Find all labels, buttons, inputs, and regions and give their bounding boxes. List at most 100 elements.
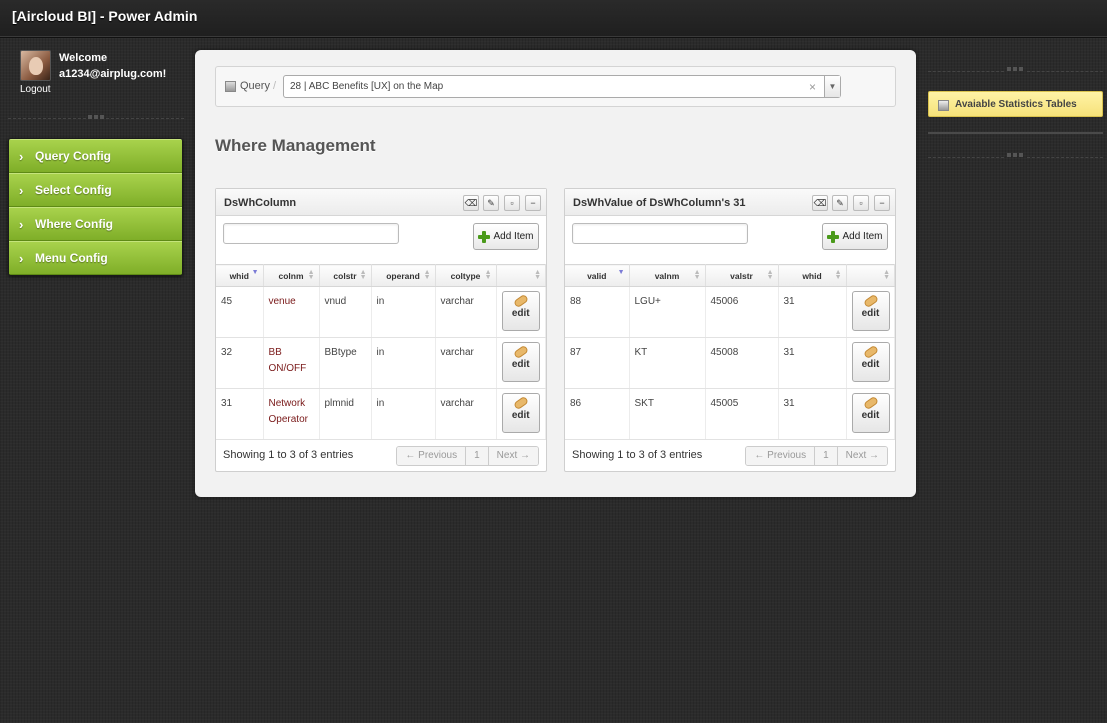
column-header-whid[interactable]: whid ▼: [216, 264, 264, 287]
menu-item-query-config[interactable]: › Query Config: [9, 139, 182, 173]
cell-actions: edit: [846, 286, 895, 338]
cell-valstr: 45008: [705, 337, 779, 389]
window-icon[interactable]: ▫: [853, 195, 869, 211]
column-header-colstr[interactable]: colstr ▲ ▼: [319, 264, 372, 287]
chevron-down-icon[interactable]: ▼: [824, 76, 840, 97]
query-select[interactable]: 28 | ABC Benefits [UX] on the Map × ▼: [283, 75, 841, 98]
table-row: 31 Network Operator plmnid in varchar ed…: [216, 388, 546, 440]
dswhcolumn-table: whid ▼ colnm ▲ ▼ colstr ▲ ▼ operand ▲ ▼ coltype…: [216, 264, 546, 440]
database-icon: [938, 100, 949, 111]
minimize-icon[interactable]: −: [525, 195, 541, 211]
menu-item-where-config[interactable]: › Where Config: [9, 207, 182, 241]
query-label: Query: [240, 80, 270, 92]
edit-button[interactable]: edit: [501, 291, 540, 331]
page-button[interactable]: 1: [815, 447, 838, 465]
sort-icon: ▲ ▼: [484, 269, 492, 281]
next-button[interactable]: Next →: [837, 447, 887, 465]
sort-icon: ▲ ▼: [883, 269, 890, 281]
chevron-right-icon: ›: [19, 148, 24, 164]
window-icon[interactable]: ▫: [504, 195, 520, 211]
column-header-actions[interactable]: ▲ ▼: [846, 264, 895, 287]
search-input[interactable]: [223, 223, 399, 244]
edit-button[interactable]: edit: [851, 393, 890, 433]
cell-whid: 31: [778, 286, 847, 338]
column-header-operand[interactable]: operand ▲ ▼: [371, 264, 436, 287]
panel-header: DsWhValue of DsWhColumn's 31 ⌫ ✎ ▫ −: [565, 189, 895, 216]
drag-handle[interactable]: [1005, 153, 1025, 159]
drag-handle[interactable]: [1005, 67, 1025, 73]
column-header-valid[interactable]: valid ▼: [565, 264, 630, 287]
bandage-icon: [512, 395, 529, 411]
add-item-button[interactable]: Add Item: [822, 223, 888, 250]
statistics-tables-item[interactable]: Avaiable Statistics Tables: [928, 91, 1103, 117]
bandage-icon: [512, 293, 529, 309]
menu-item-label: Select Config: [35, 183, 112, 197]
cell-actions: edit: [496, 337, 546, 389]
search-input[interactable]: [572, 223, 748, 244]
separator-bar: [928, 132, 1103, 134]
cell-coltype: varchar: [435, 337, 497, 389]
cell-colstr: vnud: [319, 286, 372, 338]
query-selected-value: 28 | ABC Benefits [UX] on the Map: [290, 81, 444, 92]
cell-actions: edit: [496, 388, 546, 440]
previous-button[interactable]: ← Previous: [397, 447, 467, 465]
sort-icon: ▲ ▼: [693, 269, 701, 281]
logout-link[interactable]: Logout: [20, 84, 51, 95]
page-button[interactable]: 1: [466, 447, 489, 465]
dswhcolumn-panel: DsWhColumn ⌫ ✎ ▫ − Add Item whid ▼ colnm ▲…: [215, 188, 547, 472]
cell-colnm[interactable]: venue: [263, 286, 320, 338]
cell-coltype: varchar: [435, 388, 497, 440]
edit-button[interactable]: edit: [501, 393, 540, 433]
cell-valstr: 45006: [705, 286, 779, 338]
bandage-icon: [862, 395, 879, 411]
divider: [106, 118, 184, 119]
edit-button[interactable]: edit: [851, 291, 890, 331]
edit-button[interactable]: edit: [851, 342, 890, 382]
sort-icon: ▲ ▼: [359, 269, 367, 281]
add-item-button[interactable]: Add Item: [473, 223, 539, 250]
column-header-colnm[interactable]: colnm ▲ ▼: [263, 264, 320, 287]
table-row: 86 SKT 45005 31 edit: [565, 388, 895, 440]
cell-colnm[interactable]: BB ON/OFF: [263, 337, 320, 389]
database-icon: [225, 81, 236, 92]
table-info: Showing 1 to 3 of 3 entries: [572, 449, 703, 461]
pencil-icon[interactable]: ✎: [483, 195, 499, 211]
main-panel: Query / 28 | ABC Benefits [UX] on the Ma…: [195, 50, 916, 497]
trash-icon[interactable]: ⌫: [812, 195, 828, 211]
column-header-coltype[interactable]: coltype ▲ ▼: [435, 264, 497, 287]
edit-button[interactable]: edit: [501, 342, 540, 382]
minimize-icon[interactable]: −: [874, 195, 890, 211]
chevron-right-icon: ›: [19, 182, 24, 198]
menu-item-select-config[interactable]: › Select Config: [9, 173, 182, 207]
drag-handle[interactable]: [86, 115, 106, 121]
pagination: ← Previous 1 Next →: [396, 446, 539, 466]
clear-icon[interactable]: ×: [809, 80, 816, 94]
add-item-label: Add Item: [493, 231, 534, 242]
cell-actions: edit: [846, 337, 895, 389]
user-box: Welcome a1234@airplug.com! Logout: [20, 50, 190, 100]
cell-valstr: 45005: [705, 388, 779, 440]
column-header-whid[interactable]: whid ▲ ▼: [778, 264, 847, 287]
query-breadcrumb: Query / 28 | ABC Benefits [UX] on the Ma…: [215, 66, 896, 107]
cell-valid: 87: [565, 337, 630, 389]
cell-whid: 31: [778, 337, 847, 389]
dswhvalue-table: valid ▼ valnm ▲ ▼ valstr ▲ ▼ whid ▲ ▼ ▲ ▼ 88 LGU…: [565, 264, 895, 440]
cell-colstr: BBtype: [319, 337, 372, 389]
column-header-actions[interactable]: ▲ ▼: [496, 264, 546, 287]
top-bar: [Aircloud BI] - Power Admin: [0, 0, 1107, 37]
previous-button[interactable]: ← Previous: [746, 447, 816, 465]
column-header-valstr[interactable]: valstr ▲ ▼: [705, 264, 779, 287]
menu-item-label: Query Config: [35, 149, 112, 163]
trash-icon[interactable]: ⌫: [463, 195, 479, 211]
user-email: a1234@airplug.com!: [59, 68, 167, 80]
pencil-icon[interactable]: ✎: [832, 195, 848, 211]
next-button[interactable]: Next →: [488, 447, 538, 465]
column-header-valnm[interactable]: valnm ▲ ▼: [629, 264, 706, 287]
menu-item-menu-config[interactable]: › Menu Config: [9, 241, 182, 275]
panel-header: DsWhColumn ⌫ ✎ ▫ −: [216, 189, 546, 216]
cell-valid: 86: [565, 388, 630, 440]
cell-colnm[interactable]: Network Operator: [263, 388, 320, 440]
divider: [928, 71, 1004, 72]
plus-icon: [827, 230, 840, 243]
chevron-right-icon: ›: [19, 216, 24, 232]
